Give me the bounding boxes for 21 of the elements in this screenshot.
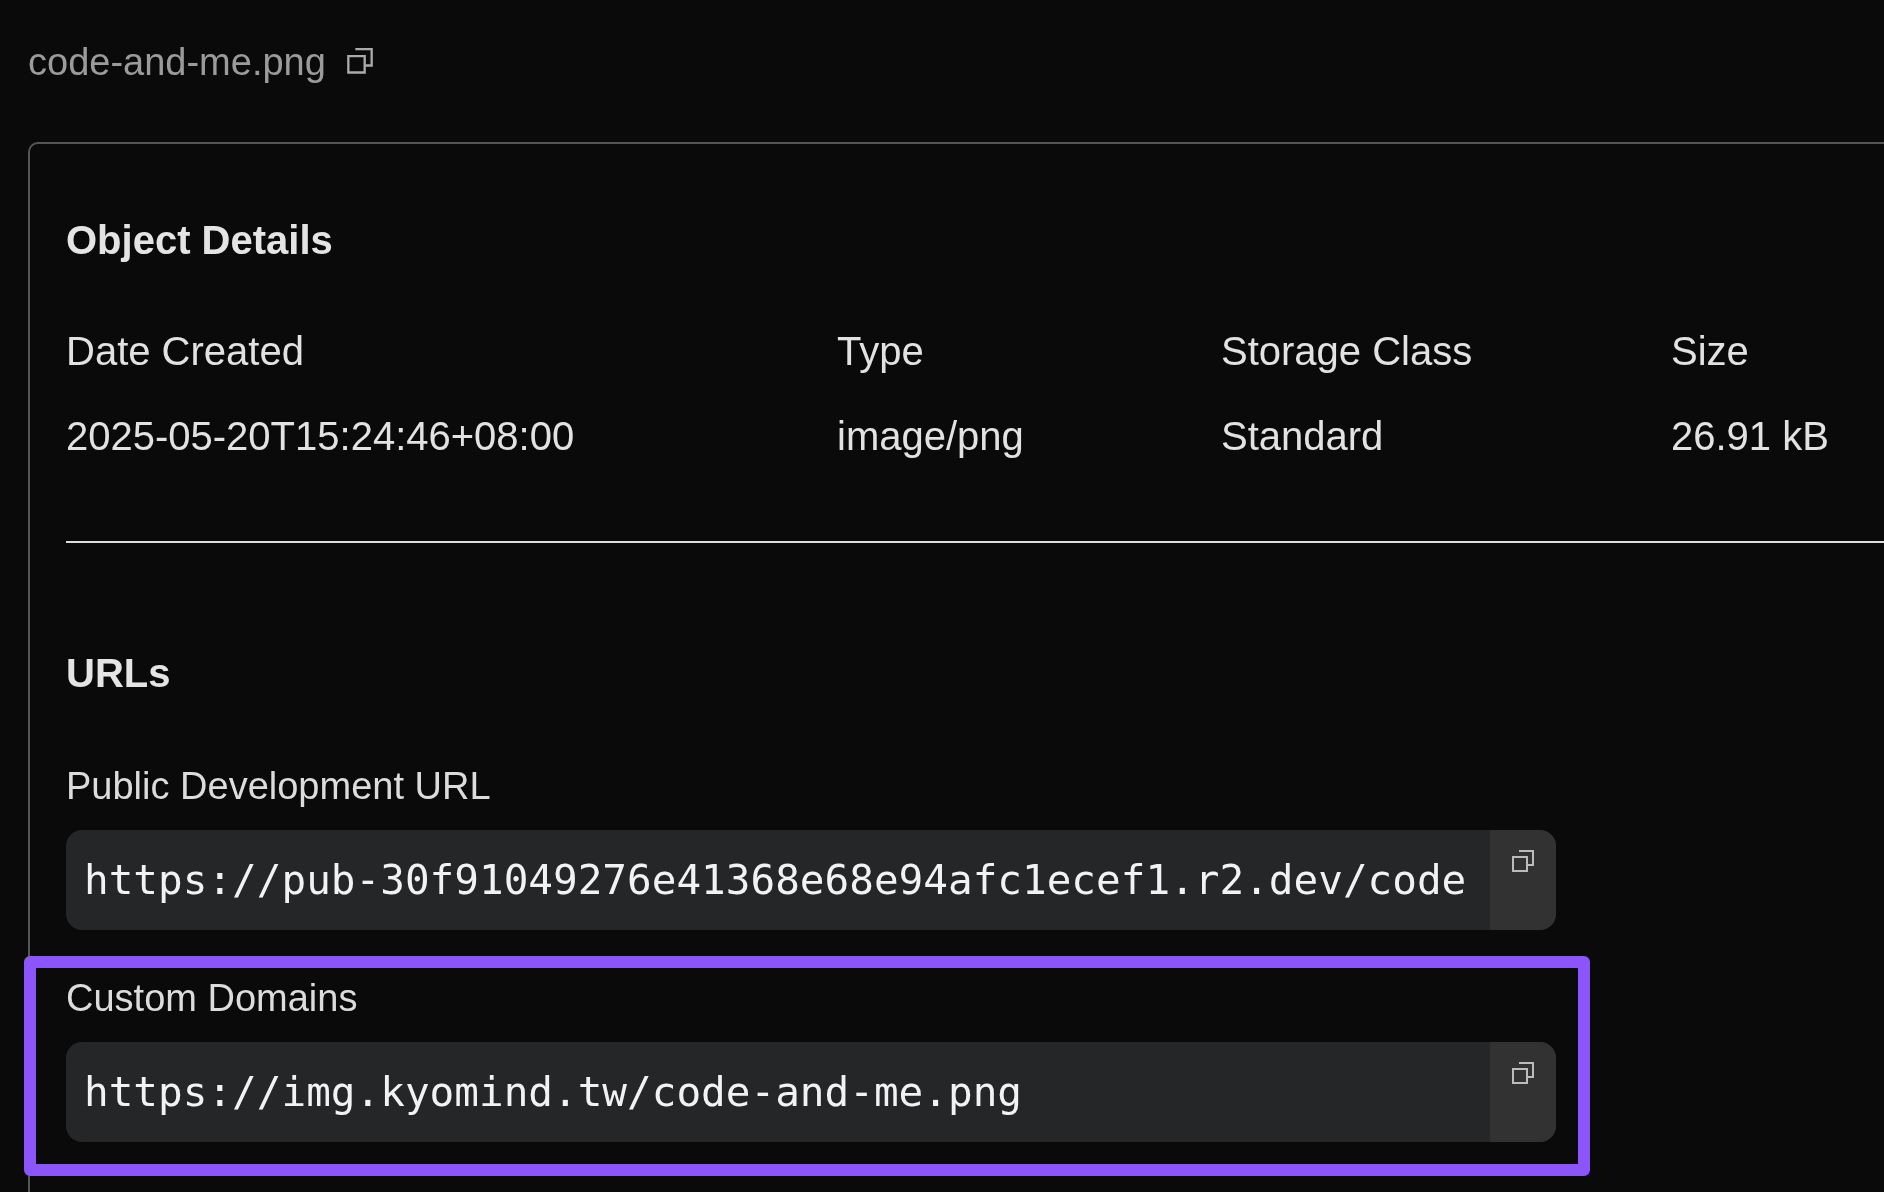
file-name: code-and-me.png bbox=[28, 40, 326, 84]
field-label: Public Development URL bbox=[66, 765, 492, 808]
copy-icon bbox=[1511, 850, 1535, 874]
field-label: Date Created bbox=[66, 329, 305, 374]
field-value: Standard bbox=[1221, 414, 1385, 459]
section-title: Object Details bbox=[66, 218, 334, 263]
url-field: https://pub-30f91049276e41368e68e94afc1ecef1.r2.dev/code bbox=[66, 830, 1556, 930]
copy-icon bbox=[1511, 1062, 1535, 1086]
field-label: Custom Domains bbox=[66, 977, 359, 1020]
field-label: Storage Class bbox=[1221, 329, 1474, 374]
section-title: URLs bbox=[66, 651, 172, 696]
field-value: image/png bbox=[837, 414, 1025, 459]
copy-button[interactable] bbox=[345, 48, 374, 76]
copy-icon bbox=[345, 48, 374, 76]
url-field: https://img.kyomind.tw/code-and-me.png bbox=[66, 1042, 1556, 1142]
field-label: Type bbox=[837, 329, 925, 374]
copy-button[interactable] bbox=[1490, 830, 1556, 930]
field-value: 26.91 kB bbox=[1671, 414, 1830, 459]
copy-button[interactable] bbox=[1490, 1042, 1556, 1142]
field-label: Size bbox=[1671, 329, 1750, 374]
field-value: 2025-05-20T15:24:46+08:00 bbox=[66, 414, 576, 459]
